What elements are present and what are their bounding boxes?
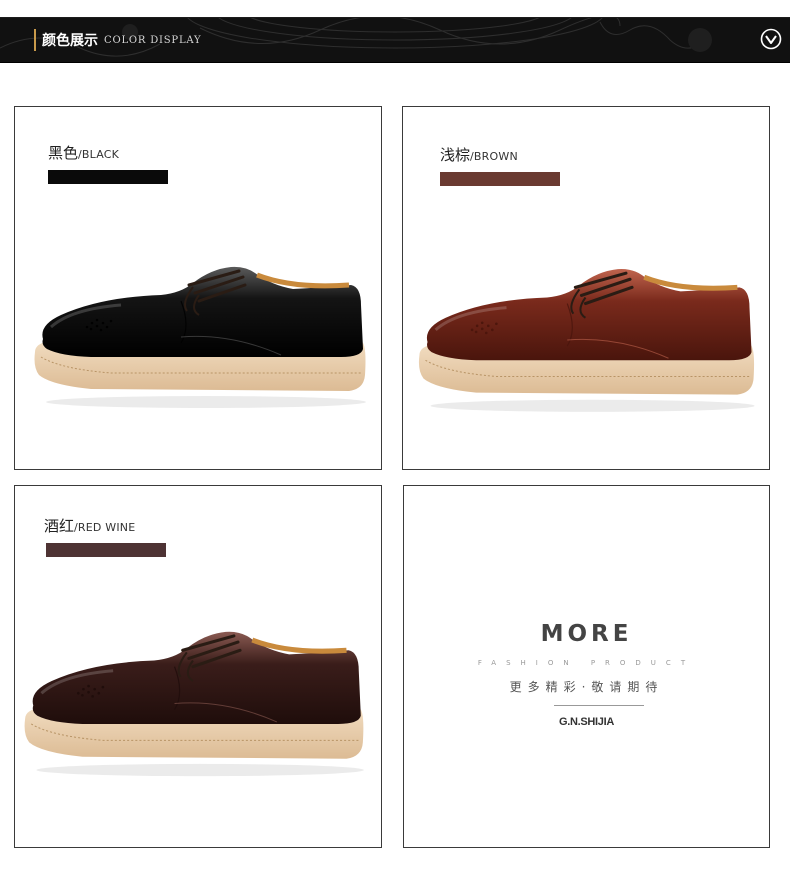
more-card[interactable]: MORE FASHION PRODUCT 更多精彩·敬请期待 G.N.SHIJI…: [403, 485, 770, 848]
color-name-en: /BROWN: [470, 150, 518, 163]
color-label: 浅棕/BROWN: [440, 144, 518, 165]
header-title-cn: 颜色展示: [42, 33, 98, 49]
more-title: MORE: [540, 621, 633, 647]
shoe-image: [24, 631, 364, 777]
header-accent-bar: [34, 29, 36, 51]
color-card-red-wine[interactable]: 酒红/RED WINE: [14, 485, 382, 848]
shoe-image: [34, 266, 366, 408]
header-title-en: COLOR DISPLAY: [104, 34, 202, 46]
header-title: 颜色展示 COLOR DISPLAY: [34, 27, 201, 53]
shoe-image: [418, 268, 755, 412]
more-tagline: 更多精彩·敬请期待: [509, 680, 664, 694]
color-swatch: [46, 543, 166, 557]
color-label: 酒红/RED WINE: [44, 515, 135, 536]
section-header: 颜色展示 COLOR DISPLAY: [0, 17, 790, 63]
brand-name: G.N.SHIJIA: [558, 716, 615, 728]
color-name-cn: 黑色: [48, 144, 79, 162]
color-label: 黑色/BLACK: [48, 142, 119, 163]
color-name-en: /RED WINE: [74, 521, 136, 534]
more-subtitle: FASHION PRODUCT: [477, 659, 696, 667]
color-card-black[interactable]: 黑色/BLACK: [14, 106, 382, 470]
color-name-cn: 浅棕: [440, 146, 471, 164]
color-swatch: [440, 172, 560, 186]
chevron-down-circle-icon[interactable]: [760, 28, 782, 50]
more-divider: [554, 705, 644, 706]
color-name-cn: 酒红: [44, 517, 75, 535]
color-name-en: /BLACK: [78, 148, 120, 161]
color-swatch: [48, 170, 168, 184]
color-card-brown[interactable]: 浅棕/BROWN: [402, 106, 770, 470]
